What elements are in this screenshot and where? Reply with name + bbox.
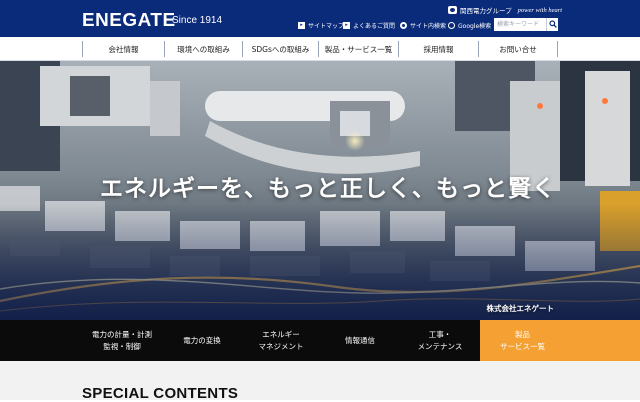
search-google-label: Google検索 bbox=[458, 22, 492, 30]
slogan-text: power with heart bbox=[517, 6, 563, 14]
nav-item-environment[interactable]: 環境への取組み bbox=[164, 41, 242, 57]
category-metering[interactable]: 電力の計量・計測 監視・制御 bbox=[82, 320, 162, 361]
site-header: ENEGATE Since 1914 関西電力グループ power with h… bbox=[0, 0, 640, 37]
sitemap-label: サイトマップ bbox=[308, 22, 345, 30]
global-nav: 会社情報 環境への取組み SDGsへの取組み 製品・サービス一覧 採用情報 お問… bbox=[0, 37, 640, 61]
category-energy-management[interactable]: エネルギー マネジメント bbox=[242, 320, 320, 361]
faq-icon: ▸ bbox=[343, 21, 350, 29]
nav-item-sdgs[interactable]: SDGsへの取組み bbox=[242, 41, 318, 57]
nav-item-company[interactable]: 会社情報 bbox=[82, 41, 164, 57]
kansai-logo-icon bbox=[448, 6, 457, 14]
group-label: 関西電力グループ bbox=[460, 7, 512, 15]
faq-link[interactable]: ▸ よくあるご質問 bbox=[343, 19, 395, 31]
hero-banner[interactable]: エネルギーを、もっと正しく、もっと賢く 株式会社エネゲート bbox=[0, 61, 640, 320]
sitemap-icon: ▸ bbox=[298, 21, 305, 29]
sitemap-link[interactable]: ▸ サイトマップ bbox=[298, 19, 344, 31]
section-title: SPECIAL CONTENTS bbox=[82, 385, 239, 402]
category-products[interactable]: 製品 サービス一覧 bbox=[480, 320, 640, 361]
category-conversion[interactable]: 電力の変換 bbox=[162, 320, 242, 361]
search-google-radio[interactable]: Google検索 bbox=[448, 19, 491, 31]
category-construction[interactable]: 工事・ メンテナンス bbox=[400, 320, 480, 361]
since-label: Since 1914 bbox=[172, 15, 223, 26]
radio-off-icon bbox=[448, 21, 455, 29]
search-site-label: サイト内検索 bbox=[410, 22, 447, 30]
radio-on-icon bbox=[400, 21, 407, 29]
category-telecom[interactable]: 情報通信 bbox=[320, 320, 400, 361]
search-button[interactable] bbox=[546, 18, 558, 31]
search-icon bbox=[549, 20, 557, 28]
nav-item-contact[interactable]: お問い合せ bbox=[478, 41, 558, 57]
nav-item-recruit[interactable]: 採用情報 bbox=[398, 41, 478, 57]
search-input[interactable] bbox=[494, 18, 548, 31]
special-contents-section: SPECIAL CONTENTS bbox=[0, 361, 640, 402]
hero-title: エネルギーを、もっと正しく、もっと賢く bbox=[100, 176, 556, 202]
faq-label: よくあるご質問 bbox=[353, 22, 396, 30]
company-logo[interactable]: ENEGATE bbox=[82, 10, 176, 31]
nav-item-products[interactable]: 製品・サービス一覧 bbox=[318, 41, 398, 57]
category-bar: 電力の計量・計測 監視・制御 電力の変換 エネルギー マネジメント 情報通信 工… bbox=[0, 320, 640, 361]
search-site-radio[interactable]: サイト内検索 bbox=[400, 19, 446, 31]
hero-company-name: 株式会社エネゲート bbox=[486, 304, 555, 313]
group-badge[interactable]: 関西電力グループ power with heart bbox=[448, 4, 562, 16]
